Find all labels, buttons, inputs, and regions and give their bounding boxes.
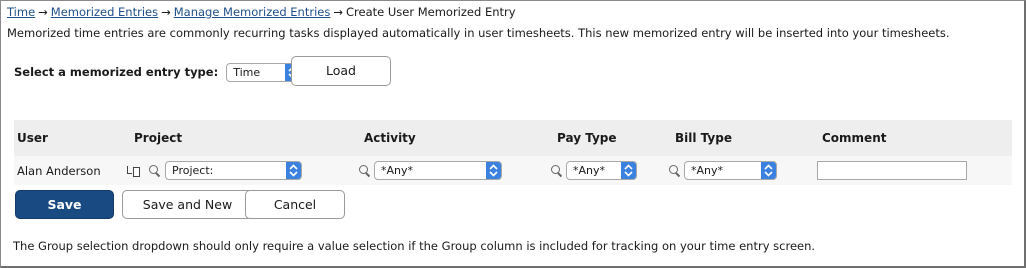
header-project: Project [134, 131, 183, 145]
cell-pay-type: *Any* [550, 156, 637, 185]
select-arrows-icon [486, 162, 501, 179]
cell-user: Alan Anderson [17, 163, 101, 178]
load-button[interactable]: Load [291, 56, 391, 86]
save-button[interactable]: Save [15, 190, 114, 219]
entry-type-row: Select a memorized entry type: Time [14, 56, 302, 88]
comment-input[interactable] [817, 161, 967, 180]
breadcrumb-link-time[interactable]: Time [7, 5, 35, 19]
cancel-button[interactable]: Cancel [245, 190, 345, 219]
header-comment: Comment [822, 131, 887, 145]
group-selection-note: The Group selection dropdown should only… [13, 239, 816, 253]
activity-select-value: *Any* [381, 164, 414, 177]
entry-type-select[interactable]: Time [226, 62, 302, 82]
project-select-value: Project: [172, 164, 214, 177]
select-arrows-icon [286, 162, 301, 179]
table-header: User Project Activity Pay Type Bill Type… [14, 120, 1012, 156]
magnifier-icon[interactable] [148, 164, 161, 177]
cell-activity: *Any* [358, 156, 502, 185]
bill-type-select[interactable]: *Any* [684, 161, 777, 180]
table-row: Alan Anderson Project: *Any* *Any* *Any* [14, 156, 1012, 185]
select-arrows-icon [761, 162, 776, 179]
cell-bill-type: *Any* [668, 156, 777, 185]
memorized-entry-table: User Project Activity Pay Type Bill Type… [14, 120, 1012, 185]
magnifier-icon[interactable] [550, 164, 563, 177]
intro-text: Memorized time entries are commonly recu… [7, 26, 950, 40]
header-activity: Activity [364, 131, 416, 145]
magnifier-icon[interactable] [358, 164, 371, 177]
select-arrows-icon [621, 162, 636, 179]
pay-type-select-value: *Any* [573, 164, 606, 177]
breadcrumb-link-manage-memorized-entries[interactable]: Manage Memorized Entries [174, 5, 331, 19]
breadcrumb-separator: → [38, 5, 48, 19]
cell-project: Project: [126, 156, 302, 185]
magnifier-icon[interactable] [668, 164, 681, 177]
breadcrumb-current: Create User Memorized Entry [345, 5, 516, 19]
header-pay-type: Pay Type [557, 131, 617, 145]
breadcrumb-separator: → [333, 5, 343, 19]
cell-comment [817, 156, 967, 185]
breadcrumb-separator: → [161, 5, 171, 19]
header-user: User [17, 131, 48, 145]
header-bill-type: Bill Type [675, 131, 732, 145]
entry-type-value: Time [233, 65, 261, 79]
page-frame: Time → Memorized Entries → Manage Memorized … [0, 0, 1026, 268]
project-tree-icon[interactable] [126, 165, 140, 177]
breadcrumb-link-memorized-entries[interactable]: Memorized Entries [51, 5, 158, 19]
entry-type-label: Select a memorized entry type: [14, 65, 219, 79]
project-select[interactable]: Project: [165, 161, 302, 180]
bill-type-select-value: *Any* [691, 164, 724, 177]
activity-select[interactable]: *Any* [374, 161, 502, 180]
save-and-new-button[interactable]: Save and New [122, 190, 253, 219]
breadcrumb: Time → Memorized Entries → Manage Memorized … [7, 5, 516, 19]
pay-type-select[interactable]: *Any* [566, 161, 637, 180]
